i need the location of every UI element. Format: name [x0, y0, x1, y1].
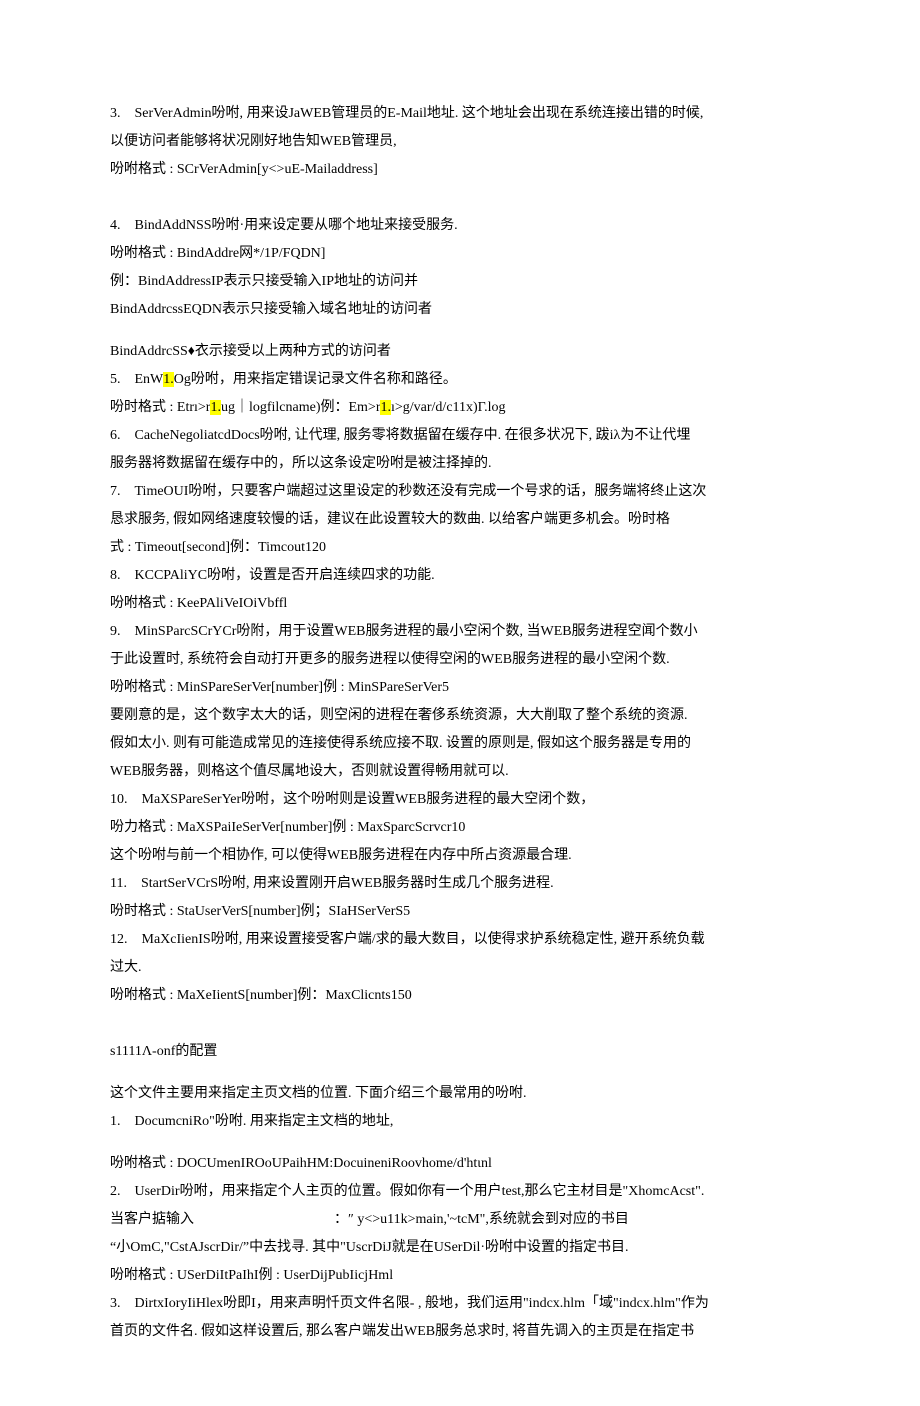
highlight-mark: 1.: [210, 400, 221, 415]
text-fragment: ı>g/var/d/c11x)Γ.log: [391, 400, 506, 415]
text-line: 首页的文件名. 假如这样设置后, 那么客户端发出WEB服务总求时, 将苜先调入的…: [110, 1318, 810, 1346]
highlight-mark: 1.: [380, 400, 391, 415]
text-line: 9. MinSParcSCrYCr吩附，用于设置WEB服务进程的最小空闲个数, …: [110, 618, 810, 646]
text-fragment: 吩时格式 : Etrı>r: [110, 400, 210, 415]
text-line: 4. BindAddNSS吩咐·用来设定要从哪个地址来接受服务.: [110, 212, 810, 240]
blank-line: [110, 1066, 810, 1080]
text-line: 吩咐格式 : DOCUmenIROoUPaihHM:DocuineniRoovh…: [110, 1150, 810, 1178]
text-fragment: ug｜logfilcname)例：Em>r: [221, 400, 381, 415]
text-line: 假如太小. 则有可能造成常见的连接使得系统应接不取. 设置的原则是, 假如这个服…: [110, 730, 810, 758]
text-line: 这个文件主要用来指定主页文档的位置. 下面介绍三个最常用的吩咐.: [110, 1080, 810, 1108]
text-line-highlight: 吩时格式 : Etrı>r1.ug｜logfilcname)例：Em>r1.ı>…: [110, 394, 810, 422]
text-line: BindAddrcssEQDN表示只接受输入域名地址的访问者: [110, 296, 810, 324]
text-line: 吩咐格式 : SCrVerAdmin[y<>uE-Mailaddress]: [110, 156, 810, 184]
text-line: BindAddrcSS♦衣示接受以上两种方式的访问者: [110, 338, 810, 366]
text-line: 吩咐格式 : KeePAliVeIOiVbffl: [110, 590, 810, 618]
blank-line: [110, 184, 810, 212]
text-line: 12. MaXcIienIS吩咐, 用来设置接受客户端/求的最大数目，以使得求护…: [110, 926, 810, 954]
text-line: 过大.: [110, 954, 810, 982]
text-line: 10. MaXSPareSerYer吩咐，这个吩咐则是设置WEB服务进程的最大空…: [110, 786, 810, 814]
text-line: 3. SerVerAdmin吩咐, 用来设JaWEB管理员的E-Mail地址. …: [110, 100, 810, 128]
text-line: 这个吩咐与前一个相协作, 可以使得WEB服务进程在内存中所占资源最合理.: [110, 842, 810, 870]
text-line: 恳求服务, 假如网络速度较慢的话，建议在此设置较大的数曲. 以给客户端更多机会。…: [110, 506, 810, 534]
text-line: 吩力格式 : MaXSPaiIeSerVer[number]例 : MaxSpa…: [110, 814, 810, 842]
text-line: 吩时格式 : StaUserVerS[number]例；SIaHSerVerS5: [110, 898, 810, 926]
text-line: 服务器将数据留在缓存中的，所以这条设定吩咐是被注择掉的.: [110, 450, 810, 478]
text-line: 于此设置时, 系统符会自动打开更多的服务进程以使得空闲的WEB服务进程的最小空闲…: [110, 646, 810, 674]
text-fragment: Og吩咐，用来指定错误记录文件名称和路径。: [174, 372, 457, 387]
text-line: 当客户掂输入 ：″ y<>u11k>main,'~tcM",系统就会到对应的书目: [110, 1206, 810, 1234]
text-line: 7. TimeOUI吩咐，只要客户端超过这里设定的秒数还没有完成一个号求的话，服…: [110, 478, 810, 506]
text-line: 8. KCCPAliYC吩咐，设置是否开启连续四求的功能.: [110, 562, 810, 590]
text-line: 式 : Timeout[second]例：Timcout120: [110, 534, 810, 562]
text-line: 吩咐格式 : USerDiItPaIhI例 : UserDijPubIicjHm…: [110, 1262, 810, 1290]
blank-line: [110, 1136, 810, 1150]
text-line: “小OmC,"CstAJscrDir/”中去找寻. 其中"UscrDiJ就是在U…: [110, 1234, 810, 1262]
text-line: 吩咐格式 : MaXeIientS[number]例：MaxClicnts150: [110, 982, 810, 1010]
text-line: WEB服务器，则格这个值尽属地设大，否则就设置得畅用就可以.: [110, 758, 810, 786]
text-line: 要刚意的是，这个数字太大的话，则空闲的进程在奢侈系统资源，大大削取了整个系统的资…: [110, 702, 810, 730]
text-line: 吩咐格式 : MinSPareSerVer[number]例 : MinSPar…: [110, 674, 810, 702]
text-line: 以便访问者能够将状况刚好地告知WEB管理员,: [110, 128, 810, 156]
blank-line: [110, 1010, 810, 1038]
text-line: 3. DirtxIoryIiHlex吩即I，用来声明忏页文件名限- , 般地，我…: [110, 1290, 810, 1318]
text-line: 吩咐格式 : BindAddre网*/1P/FQDN]: [110, 240, 810, 268]
text-line: s1111Λ-onf的配置: [110, 1038, 810, 1066]
text-line: 例：BindAddressIP表示只接受输入IP地址的访问并: [110, 268, 810, 296]
text-line: 11. StartSerVCrS吩咐, 用来设置刚开启WEB服务器时生成几个服务…: [110, 870, 810, 898]
text-line: 1. DocumcniRo"吩咐. 用来指定主文档的地址,: [110, 1108, 810, 1136]
text-line: 2. UserDir吩咐，用来指定个人主页的位置。假如你有一个用户test,那么…: [110, 1178, 810, 1206]
highlight-mark: 1.: [163, 372, 174, 387]
text-line: 6. CacheNegoliatcdDocs吩咐, 让代理, 服务零将数据留在缓…: [110, 422, 810, 450]
text-fragment: 5. EnW: [110, 372, 163, 387]
blank-line: [110, 324, 810, 338]
document-body: 3. SerVerAdmin吩咐, 用来设JaWEB管理员的E-Mail地址. …: [110, 100, 810, 1346]
text-line-highlight: 5. EnW1.Og吩咐，用来指定错误记录文件名称和路径。: [110, 366, 810, 394]
